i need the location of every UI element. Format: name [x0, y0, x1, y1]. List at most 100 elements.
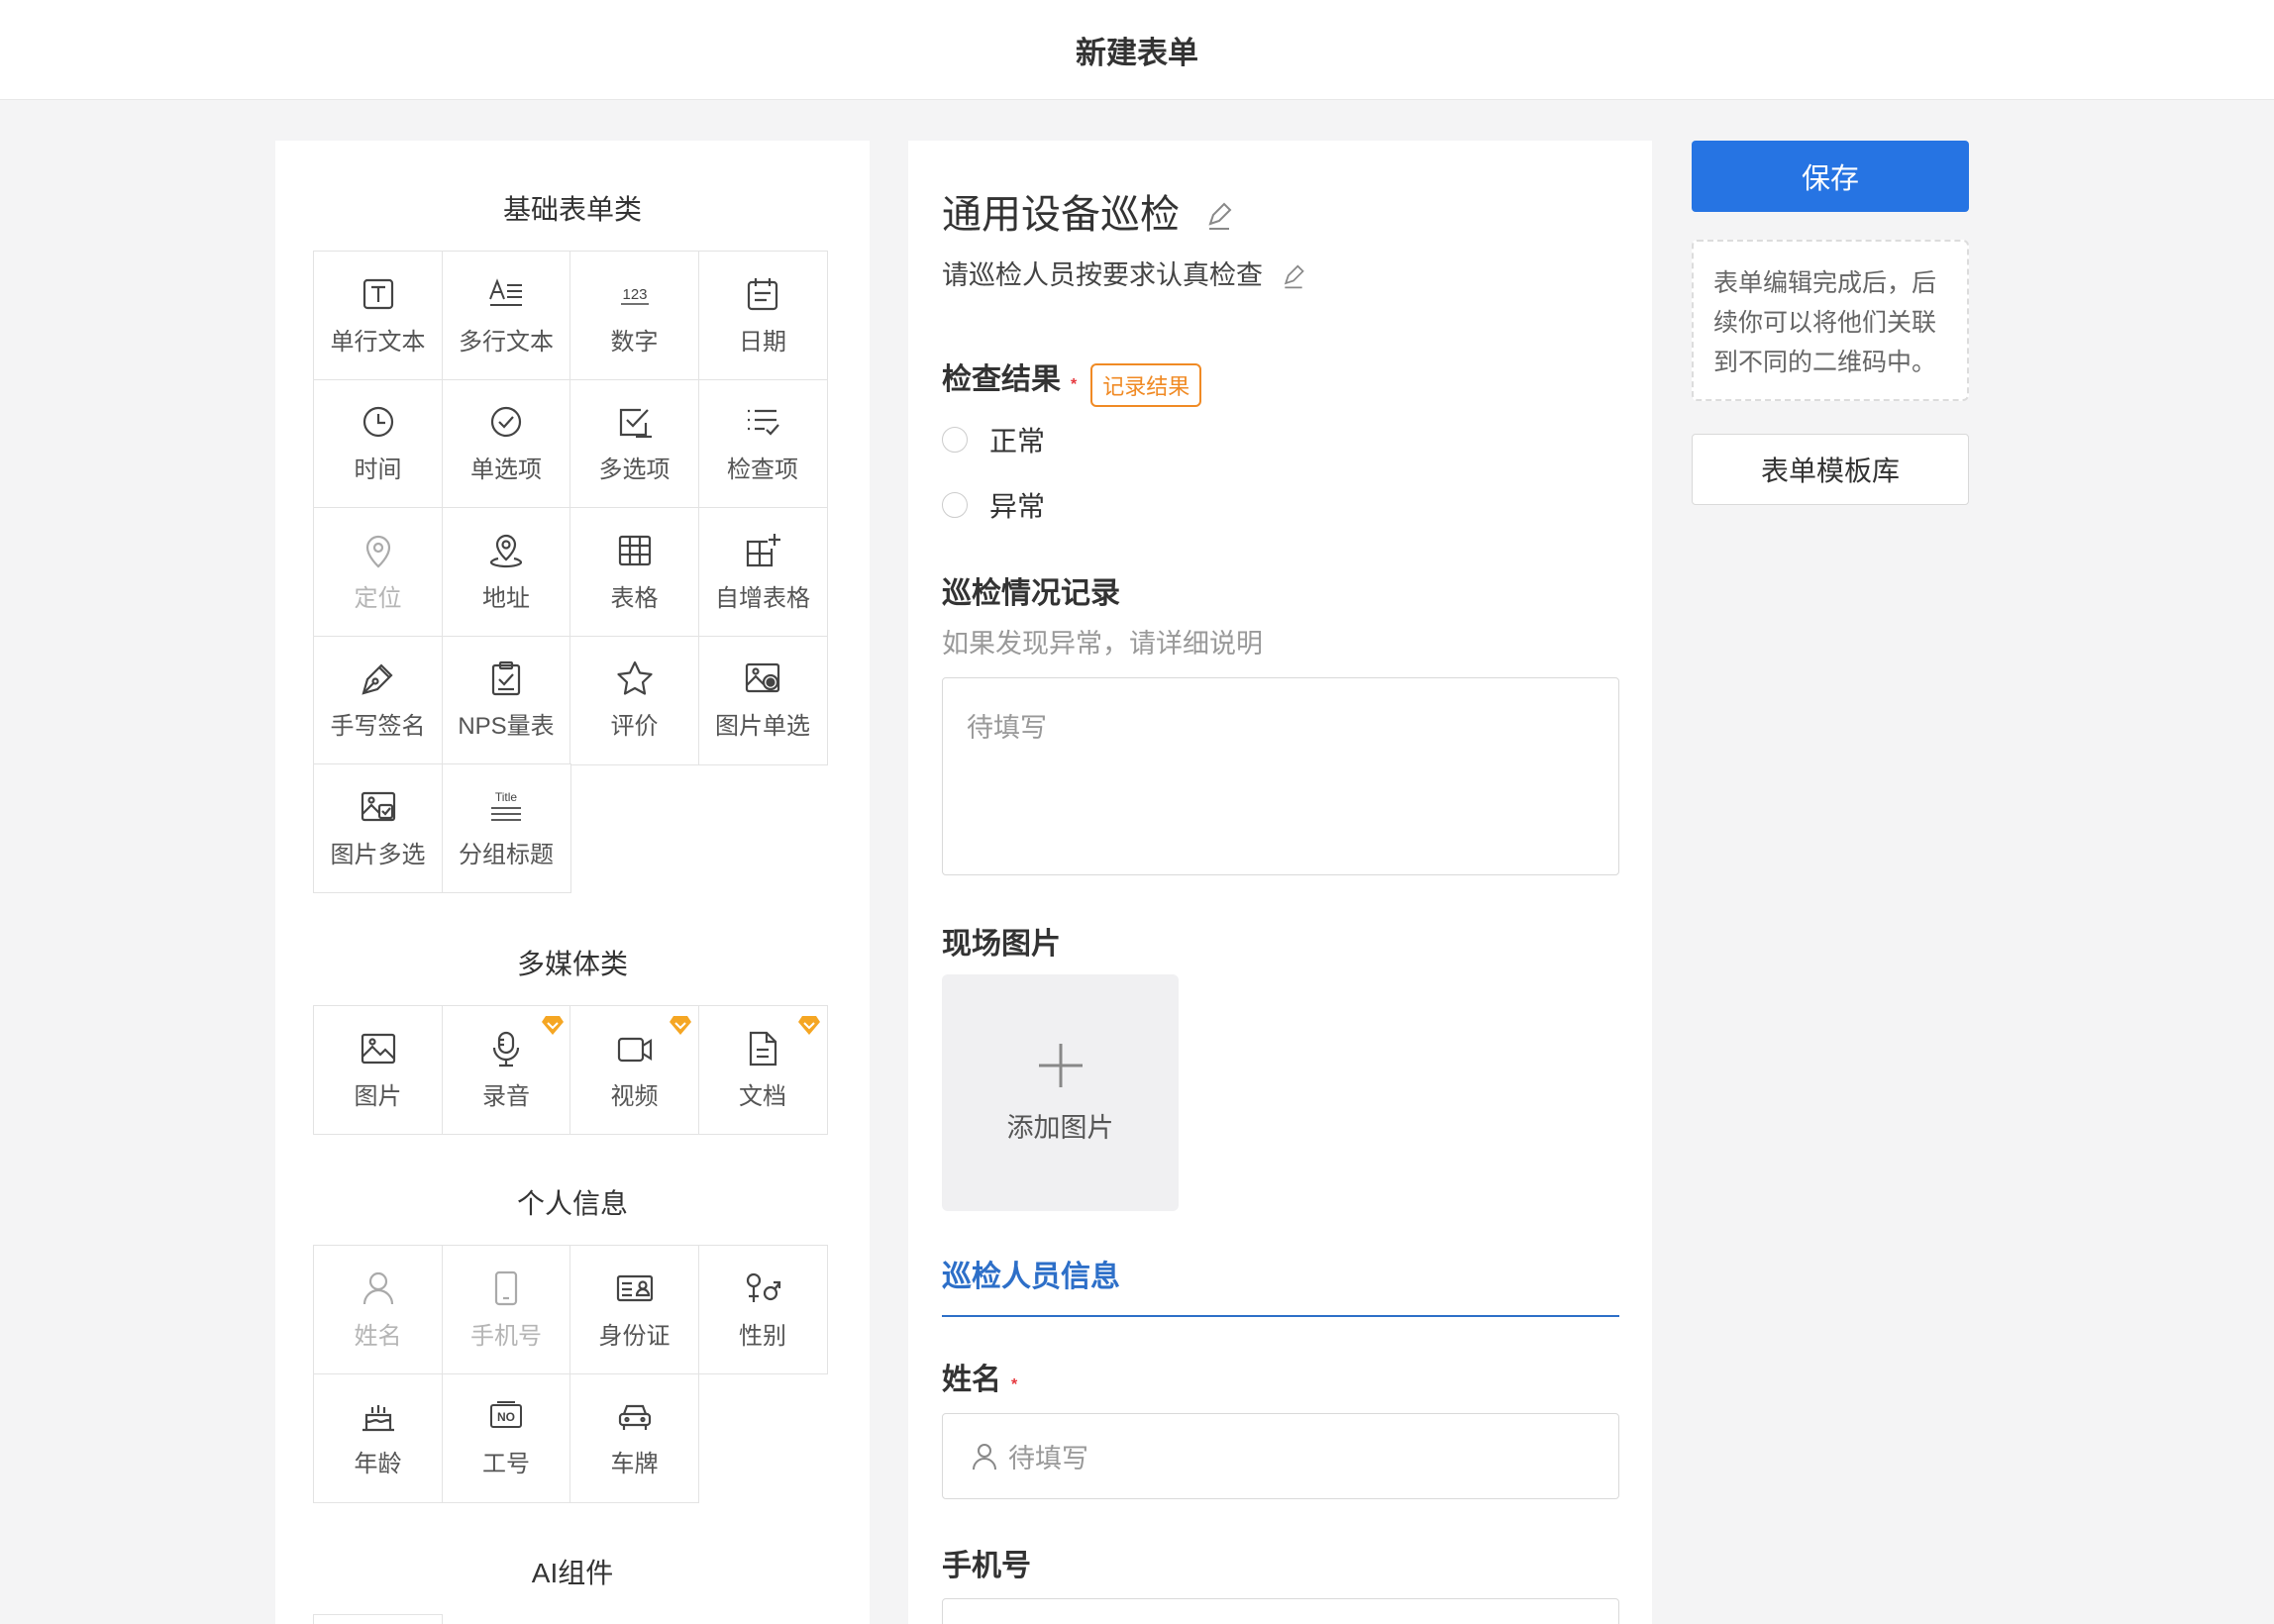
question-hint: 如果发现异常，请详细说明 [942, 629, 1263, 659]
component-label: 姓名 [354, 1322, 402, 1350]
birthday-cake-icon [362, 1405, 394, 1432]
component-palette: 基础表单类 单行文本 多行文本 123 数字 日期 时间 单选项 多选项 检查项… [275, 141, 870, 1624]
template-library-button[interactable]: 表单模板库 [1692, 434, 1969, 505]
radio-circle[interactable] [942, 427, 968, 453]
edit-pencil-icon[interactable] [1281, 264, 1306, 290]
user-icon [362, 1271, 393, 1304]
phone-input[interactable] [942, 1598, 1619, 1624]
location-pin-icon [365, 535, 390, 567]
component-label: 评价 [610, 713, 659, 740]
edit-pencil-icon[interactable] [1204, 202, 1234, 232]
plus-icon [1038, 1044, 1083, 1087]
component-label: 自增表格 [715, 584, 810, 612]
component-image-single-choice[interactable]: 图片单选 [697, 635, 828, 765]
name-input[interactable]: 待填写 [942, 1413, 1619, 1499]
add-image-label: 添加图片 [1006, 1113, 1114, 1143]
image-radio-icon [745, 662, 780, 693]
question-label: 巡检情况记录 [942, 577, 1120, 610]
clipboard-check-icon [491, 660, 521, 696]
page-title: 新建表单 [1076, 35, 1198, 70]
component-label: 文档 [739, 1082, 786, 1110]
component-audio[interactable]: 录音 [441, 1005, 571, 1135]
component-document[interactable]: 文档 [697, 1005, 828, 1135]
top-bar: 新建表单 [0, 0, 2274, 100]
component-multi-line-text[interactable]: 多行文本 [441, 251, 571, 380]
component-label: 年龄 [354, 1451, 402, 1477]
component-single-line-text[interactable]: 单行文本 [313, 251, 443, 380]
star-icon [616, 660, 653, 695]
component-employee-no[interactable]: NO 工号 [441, 1372, 571, 1503]
phone-icon [494, 1270, 518, 1305]
component-license-plate[interactable]: 车牌 [569, 1372, 699, 1503]
component-auto-table[interactable]: 自增表格 [697, 507, 828, 637]
title-lines-icon: Title [491, 790, 521, 821]
component-image[interactable]: 图片 [313, 1005, 443, 1135]
component-name[interactable]: 姓名 [313, 1245, 443, 1374]
component-nps-scale[interactable]: NPS量表 [441, 635, 571, 765]
component-date[interactable]: 日期 [697, 251, 828, 380]
id-card-icon [616, 1274, 653, 1301]
required-mark: * [1071, 376, 1078, 393]
vip-diamond-icon [668, 1012, 693, 1038]
component-label: 性别 [739, 1322, 786, 1350]
component-gender[interactable]: 性别 [697, 1245, 828, 1374]
number-icon: 123 [620, 286, 649, 305]
text-box-icon [362, 278, 393, 309]
component-check-item[interactable]: 检查项 [697, 378, 828, 509]
form-description[interactable]: 请巡检人员按要求认真检查 [942, 254, 1306, 292]
radio-circle[interactable] [942, 492, 968, 518]
add-image-button[interactable]: 添加图片 [942, 974, 1179, 1211]
ai-component-cell[interactable] [313, 1614, 443, 1624]
component-label: 单行文本 [330, 328, 426, 355]
component-age[interactable]: 年龄 [313, 1372, 443, 1503]
record-result-tag[interactable]: 记录结果 [1090, 362, 1202, 407]
question-check-result: 检查结果 * 记录结果 [942, 355, 1202, 407]
component-label: 图片 [354, 1082, 402, 1110]
component-label: NPS量表 [458, 713, 555, 740]
component-table[interactable]: 表格 [569, 507, 699, 637]
vip-diamond-icon [796, 1012, 822, 1038]
component-group-title[interactable]: Title 分组标题 [441, 763, 571, 893]
component-rating[interactable]: 评价 [569, 635, 699, 765]
table-icon [618, 535, 651, 565]
car-icon [618, 1404, 651, 1430]
save-button[interactable]: 保存 [1692, 141, 1969, 212]
component-label: 表格 [610, 584, 659, 612]
check-circle-icon [490, 406, 522, 438]
section-header: 巡检人员信息 [942, 1252, 1619, 1317]
component-time[interactable]: 时间 [313, 378, 443, 509]
component-video[interactable]: 视频 [569, 1005, 699, 1135]
component-phone[interactable]: 手机号 [441, 1245, 571, 1374]
component-label: 地址 [482, 584, 530, 612]
component-signature[interactable]: 手写签名 [313, 635, 443, 765]
component-label: 多选项 [598, 457, 671, 483]
component-label: 录音 [482, 1082, 530, 1110]
component-multi-choice[interactable]: 多选项 [569, 378, 699, 509]
component-label: 图片单选 [715, 713, 810, 740]
component-number[interactable]: 123 数字 [569, 251, 699, 380]
component-single-choice[interactable]: 单选项 [441, 378, 571, 509]
media-components-grid: 图片 录音 视频 文档 [313, 1005, 832, 1135]
palette-section-title-ai: AI组件 [531, 1558, 614, 1588]
component-image-multi-choice[interactable]: 图片多选 [313, 763, 443, 893]
component-label: 检查项 [727, 457, 798, 483]
question-label: 手机号 [942, 1550, 1031, 1582]
radio-option-normal[interactable]: 正常 [942, 420, 1045, 459]
component-label: 身份证 [598, 1322, 671, 1350]
component-label: 单选项 [470, 457, 542, 483]
radio-option-abnormal[interactable]: 异常 [942, 485, 1045, 525]
inspection-record-textarea[interactable]: 待填写 [942, 677, 1619, 875]
document-icon [749, 1031, 777, 1066]
component-address[interactable]: 地址 [441, 507, 571, 637]
table-add-icon [746, 533, 780, 566]
component-label: 数字 [610, 328, 659, 355]
image-icon [361, 1033, 395, 1064]
form-title[interactable]: 通用设备巡检 [942, 182, 1234, 240]
input-placeholder: 待填写 [1008, 1444, 1088, 1473]
clock-icon [362, 406, 393, 438]
component-location[interactable]: 定位 [313, 507, 443, 637]
user-icon [973, 1443, 996, 1470]
component-id-card[interactable]: 身份证 [569, 1245, 699, 1374]
component-label: 手写签名 [330, 713, 426, 740]
component-label: 手机号 [470, 1322, 542, 1350]
